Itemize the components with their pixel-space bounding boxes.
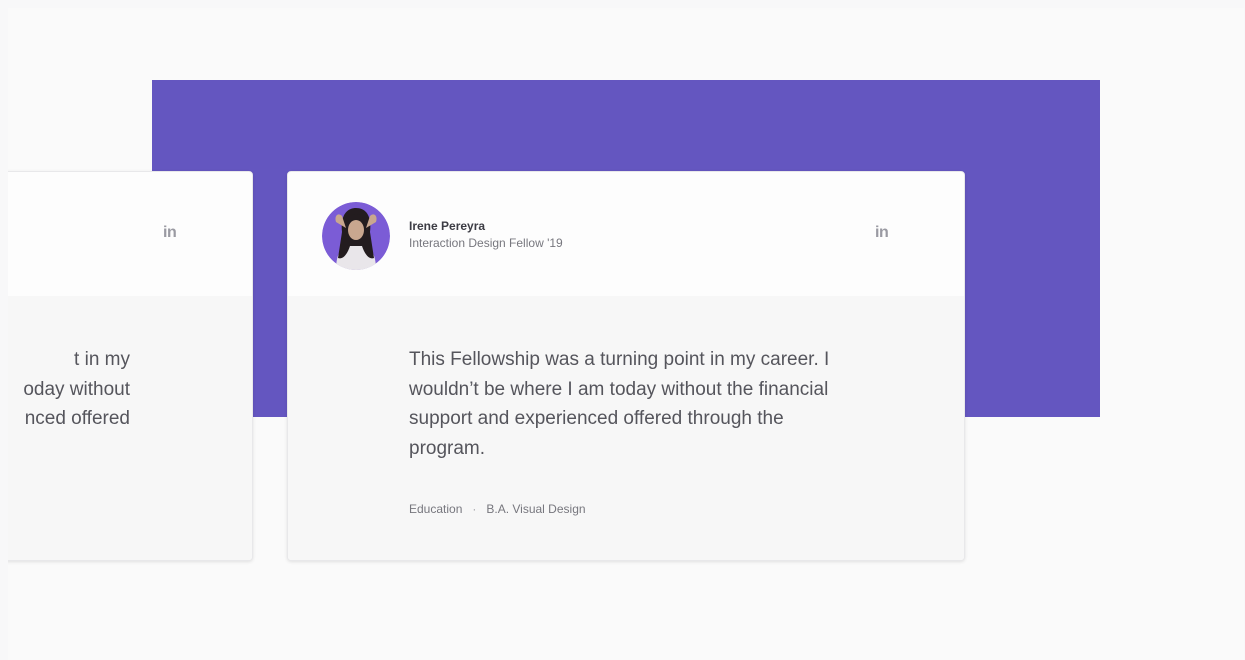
quote-line: nced offered	[24, 408, 130, 429]
card-header: in	[8, 172, 252, 296]
meta-category: Education	[409, 502, 463, 516]
person-role: Interaction Design Fellow '19	[409, 236, 563, 250]
testimonial-meta: Education · B.A. Visual Design	[409, 502, 586, 516]
person-name: Irene Pereyra	[409, 219, 486, 233]
testimonial-card-active: Irene Pereyra Interaction Design Fellow …	[287, 171, 965, 561]
testimonial-carousel: in t in my oday without nced offered Ire…	[8, 8, 1244, 660]
quote-line: oday without	[23, 378, 130, 400]
avatar-portrait-icon	[322, 202, 390, 270]
testimonial-quote: t in my oday without nced offered	[23, 345, 130, 434]
testimonial-quote: This Fellowship was a turning point in m…	[409, 349, 830, 459]
testimonial-card-previous[interactable]: in t in my oday without nced offered	[8, 171, 253, 561]
meta-degree: B.A. Visual Design	[486, 502, 586, 516]
avatar	[322, 202, 390, 270]
quote-line: t in my	[74, 349, 130, 370]
linkedin-icon[interactable]: in	[875, 224, 889, 242]
meta-separator: ·	[472, 502, 477, 516]
card-header: Irene Pereyra Interaction Design Fellow …	[288, 172, 964, 296]
linkedin-icon[interactable]: in	[163, 224, 177, 242]
